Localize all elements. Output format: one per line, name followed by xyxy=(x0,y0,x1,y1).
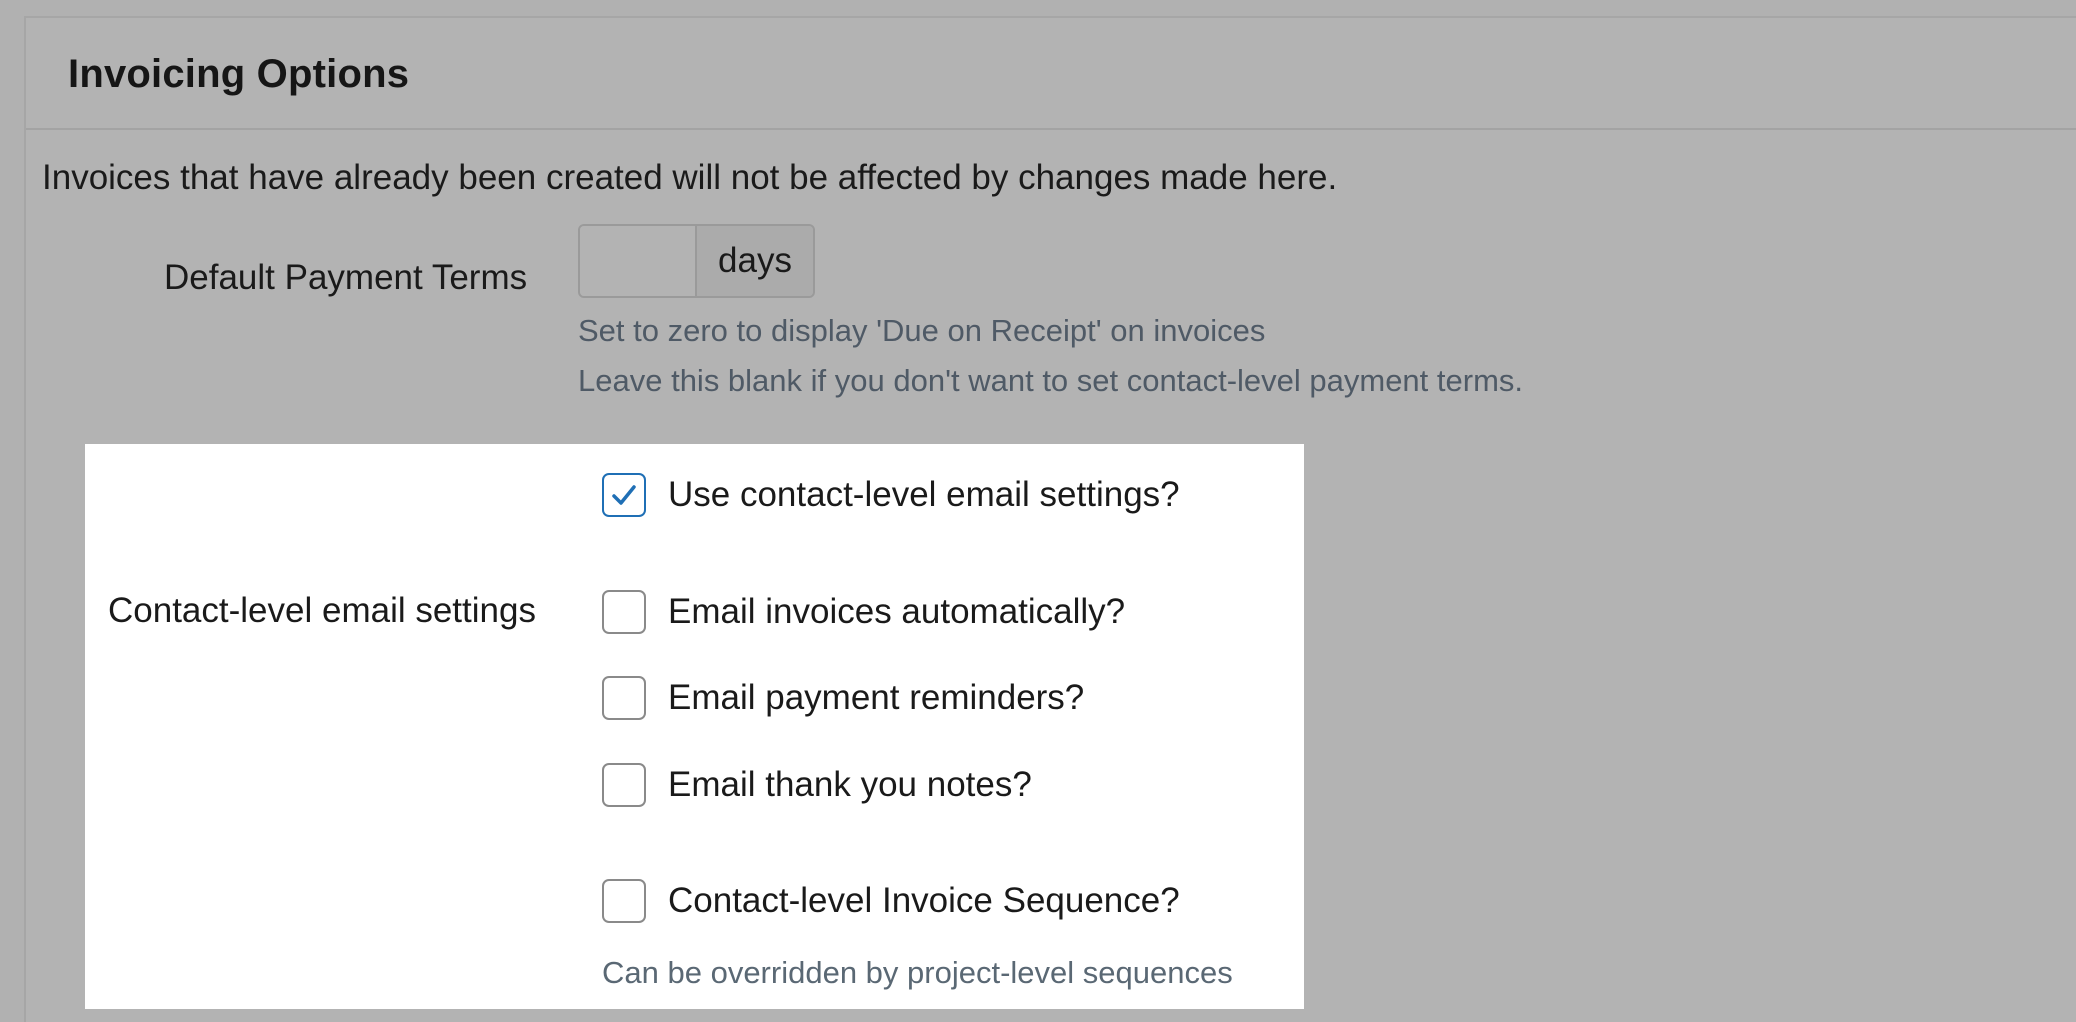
email-payment-reminders-option[interactable]: Email payment reminders? xyxy=(602,674,1084,722)
use-contact-email-settings-text: Use contact-level email settings? xyxy=(668,475,1180,514)
use-contact-email-settings-checkbox[interactable] xyxy=(602,473,646,517)
invoice-sequence-help: Can be overridden by project-level seque… xyxy=(602,955,1233,990)
contact-invoice-sequence-option[interactable]: Contact-level Invoice Sequence? xyxy=(602,877,1180,925)
contact-invoice-sequence-text: Contact-level Invoice Sequence? xyxy=(668,881,1180,920)
panel-header: Invoicing Options xyxy=(26,18,2076,130)
payment-terms-input-group: days xyxy=(578,224,815,298)
page-background: Invoicing Options Invoices that have alr… xyxy=(0,0,2076,1022)
check-icon xyxy=(612,485,636,505)
use-contact-email-settings-option[interactable]: Use contact-level email settings? xyxy=(602,471,1180,519)
contact-invoice-sequence-checkbox[interactable] xyxy=(602,879,646,923)
payment-terms-help-blank: Leave this blank if you don't want to se… xyxy=(578,363,1524,398)
email-payment-reminders-text: Email payment reminders? xyxy=(668,678,1085,717)
email-payment-reminders-checkbox[interactable] xyxy=(602,676,646,720)
payment-terms-input[interactable] xyxy=(580,226,697,296)
email-thank-you-notes-text: Email thank you notes? xyxy=(668,765,1032,804)
contact-email-settings-label: Contact-level email settings xyxy=(108,591,536,630)
payment-terms-label: Default Payment Terms xyxy=(164,258,528,297)
email-invoices-automatically-text: Email invoices automatically? xyxy=(668,592,1126,631)
email-invoices-automatically-checkbox[interactable] xyxy=(602,590,646,634)
payment-terms-unit: days xyxy=(697,226,813,296)
panel-title: Invoicing Options xyxy=(68,52,410,96)
email-thank-you-notes-checkbox[interactable] xyxy=(602,763,646,807)
intro-text: Invoices that have already been created … xyxy=(42,158,1338,197)
payment-terms-help-zero: Set to zero to display 'Due on Receipt' … xyxy=(578,313,1266,348)
email-thank-you-notes-option[interactable]: Email thank you notes? xyxy=(602,761,1032,809)
email-invoices-automatically-option[interactable]: Email invoices automatically? xyxy=(602,588,1125,636)
